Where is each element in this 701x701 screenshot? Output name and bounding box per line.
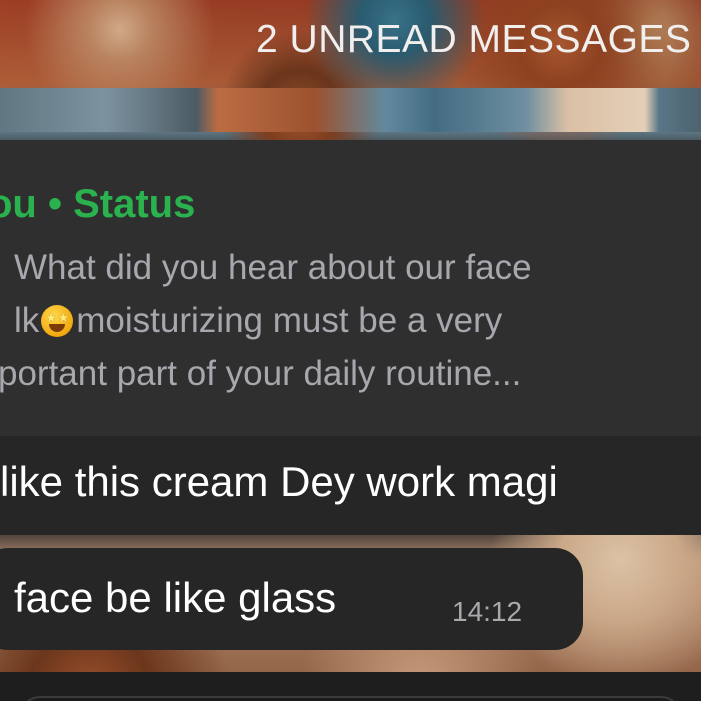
star-struck-emoji-icon — [41, 305, 74, 337]
outgoing-message-bubble[interactable]: face be like glass 14:12 — [0, 548, 583, 650]
quote-line-1: What did you hear about our face — [14, 248, 532, 287]
quote-header: ou • Status — [0, 182, 196, 226]
incoming-message-bubble[interactable]: ou • Status What did you hear about our … — [0, 140, 701, 535]
quote-line-2-start: lk — [14, 301, 40, 340]
message-text: like this cream Dey work magi — [0, 458, 558, 505]
status-reply-quote[interactable]: ou • Status What did you hear about our … — [0, 140, 701, 436]
quote-line-3: portant part of your daily routine... — [0, 354, 522, 393]
message-timestamp: 14:12 — [452, 596, 523, 627]
unread-messages-label: 2 UNREAD MESSAGES — [256, 18, 692, 61]
chat-wallpaper-strip — [0, 88, 701, 132]
reply-message-text: face be like glass — [14, 574, 337, 621]
message-input-bar — [0, 672, 701, 701]
emoji-mouth — [49, 324, 66, 332]
unread-messages-banner: 2 UNREAD MESSAGES — [0, 0, 701, 88]
message-input-field[interactable] — [20, 696, 681, 701]
quote-line-2: lk moisturizing must be a very — [14, 301, 502, 341]
quote-line-2-end: moisturizing must be a very — [76, 301, 503, 340]
